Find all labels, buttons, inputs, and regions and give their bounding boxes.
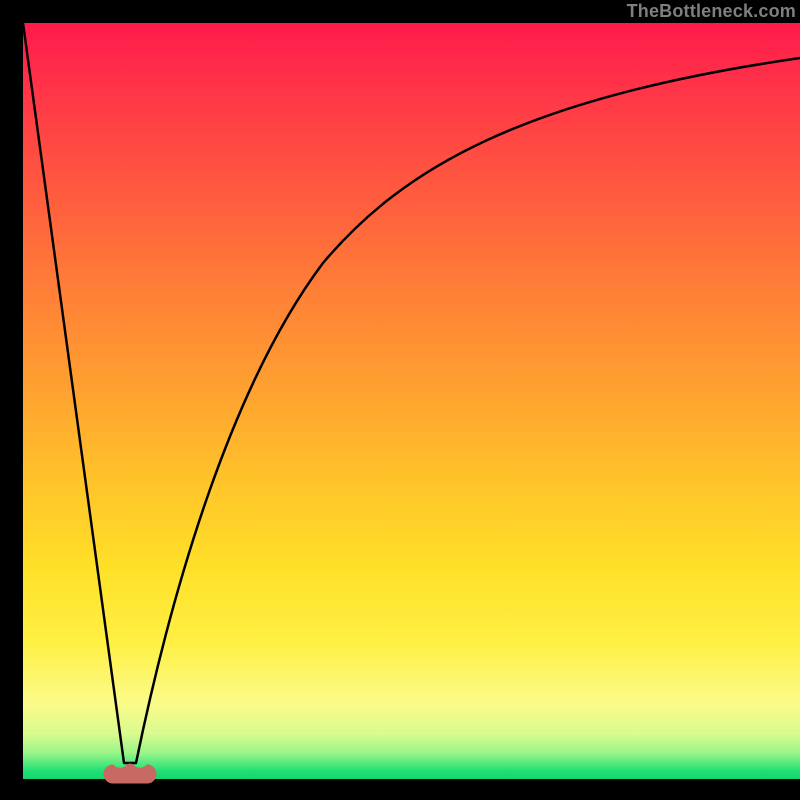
plot-area <box>23 23 800 779</box>
bottleneck-curve <box>23 23 800 763</box>
chart-frame: TheBottleneck.com <box>23 0 800 779</box>
curve-svg <box>23 23 800 779</box>
bottleneck-minimum-marker <box>104 764 156 783</box>
watermark-text: TheBottleneck.com <box>627 0 796 23</box>
